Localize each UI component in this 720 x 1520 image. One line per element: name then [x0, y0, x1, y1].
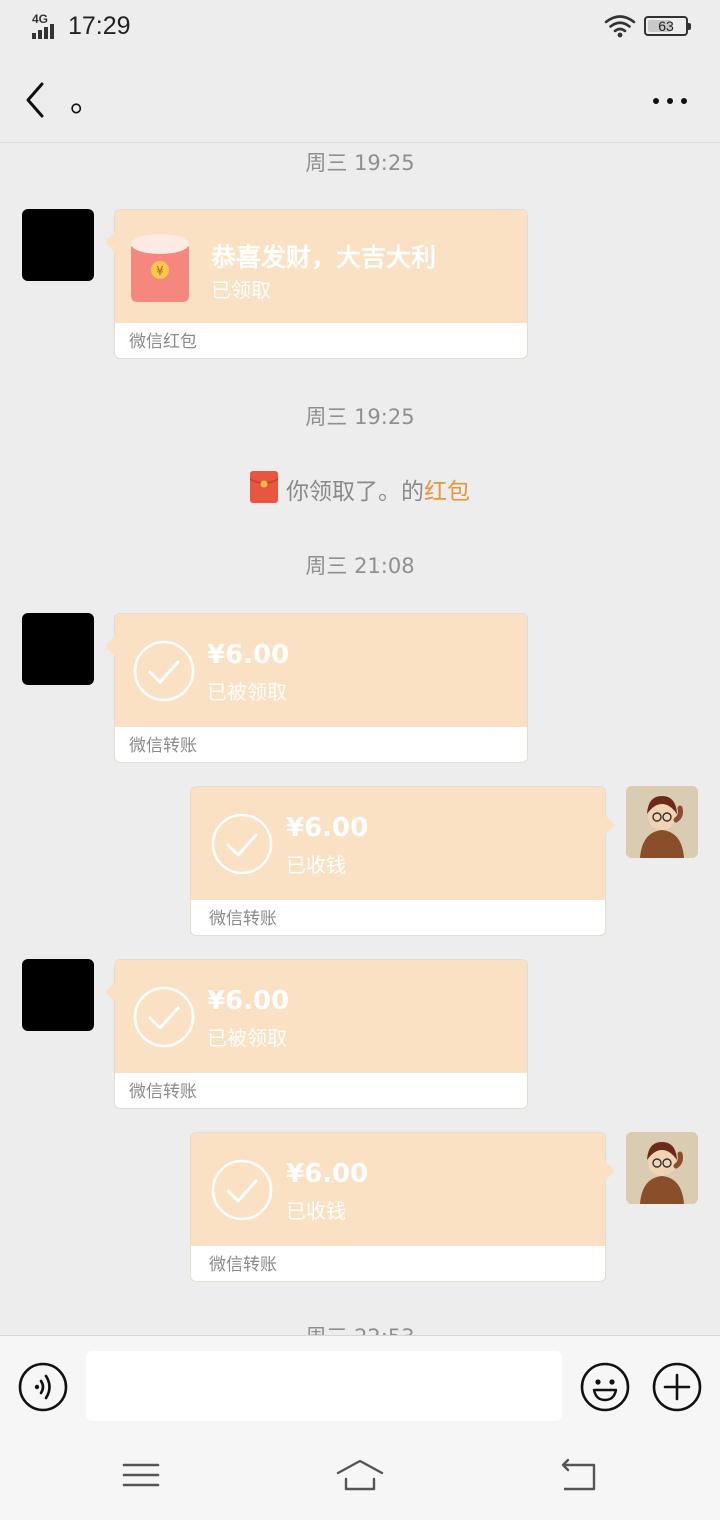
chat-header: 。: [0, 56, 720, 143]
signal-icon: 4G: [30, 13, 62, 41]
message-input[interactable]: [86, 1351, 562, 1421]
battery-level: 63: [658, 18, 674, 34]
transfer-message[interactable]: ¥6.00 已被领取 微信转账: [105, 613, 528, 763]
transfer-status: 已收钱: [286, 1199, 346, 1223]
contact-avatar[interactable]: [22, 613, 94, 685]
timestamp: 周三 19:25: [305, 151, 415, 175]
emoji-icon: [580, 1362, 630, 1412]
clock: 17:29: [68, 12, 131, 40]
avatar-image: [626, 1132, 698, 1204]
status-bar: 4G 17:29 63: [0, 0, 720, 56]
red-packet-footer: 微信红包: [129, 332, 197, 352]
red-envelope-icon: ¥: [131, 234, 189, 302]
avatar-image: [626, 786, 698, 858]
transfer-amount: ¥6.00: [286, 813, 369, 843]
more-button[interactable]: [650, 86, 690, 116]
system-nav-bar: [0, 1437, 720, 1520]
transfer-footer: 微信转账: [129, 1082, 197, 1102]
plus-icon: [652, 1362, 702, 1412]
transfer-status: 已被领取: [207, 1026, 287, 1050]
transfer-status: 已收钱: [286, 853, 346, 877]
transfer-amount: ¥6.00: [286, 1159, 369, 1189]
svg-text:¥: ¥: [156, 264, 164, 278]
my-avatar[interactable]: [626, 1132, 698, 1204]
check-circle-icon: [133, 640, 195, 702]
transfer-footer: 微信转账: [209, 1255, 277, 1275]
check-circle-icon: [211, 1159, 273, 1221]
back-button[interactable]: [20, 78, 60, 122]
my-avatar[interactable]: [626, 786, 698, 858]
transfer-amount: ¥6.00: [207, 986, 290, 1016]
system-back-button[interactable]: [554, 1455, 604, 1495]
chevron-left-icon: [26, 82, 44, 118]
red-packet-status: 已领取: [211, 278, 271, 302]
transfer-message[interactable]: ¥6.00 已收钱 微信转账: [190, 786, 615, 936]
check-circle-icon: [211, 813, 273, 875]
timestamp: 周三 19:25: [305, 405, 415, 429]
timestamp: 周三 22:53: [0, 1321, 720, 1335]
menu-icon: [122, 1463, 160, 1487]
return-icon: [561, 1458, 596, 1491]
status-left: 4G 17:29: [30, 12, 131, 41]
ellipsis-icon: [653, 98, 687, 104]
menu-button[interactable]: [116, 1455, 166, 1495]
timestamp: 周三 21:08: [305, 554, 415, 578]
message-list[interactable]: 周三 19:25 ¥ 恭喜发财，大吉大利 已领取 微信红包 周三 19:25 你…: [0, 143, 720, 1335]
more-functions-button[interactable]: [652, 1362, 702, 1412]
voice-button[interactable]: [18, 1362, 68, 1412]
home-icon: [336, 1459, 384, 1491]
transfer-amount: ¥6.00: [207, 640, 290, 670]
transfer-message[interactable]: ¥6.00 已收钱 微信转账: [190, 1132, 615, 1282]
status-right: 63: [604, 14, 691, 38]
chat-title: 。: [70, 81, 103, 119]
red-packet-link[interactable]: 红包: [424, 479, 470, 505]
battery-icon: 63: [644, 16, 691, 36]
red-packet-title: 恭喜发财，大吉大利: [211, 243, 437, 272]
voice-icon: [18, 1362, 68, 1412]
transfer-message[interactable]: ¥6.00 已被领取 微信转账: [105, 959, 528, 1109]
red-packet-message[interactable]: ¥ 恭喜发财，大吉大利 已领取 微信红包: [105, 209, 528, 359]
transfer-status: 已被领取: [207, 680, 287, 704]
system-message-text: 你领取了。的: [286, 479, 424, 505]
input-bar: [0, 1335, 720, 1438]
red-packet-small-icon: [250, 471, 278, 503]
emoji-button[interactable]: [580, 1362, 630, 1412]
system-message: 你领取了。的红包: [0, 471, 720, 506]
wifi-icon: [604, 15, 636, 38]
check-circle-icon: [133, 986, 195, 1048]
contact-avatar[interactable]: [22, 959, 94, 1031]
home-button[interactable]: [335, 1455, 385, 1495]
transfer-footer: 微信转账: [129, 736, 197, 756]
contact-avatar[interactable]: [22, 209, 94, 281]
transfer-footer: 微信转账: [209, 909, 277, 929]
